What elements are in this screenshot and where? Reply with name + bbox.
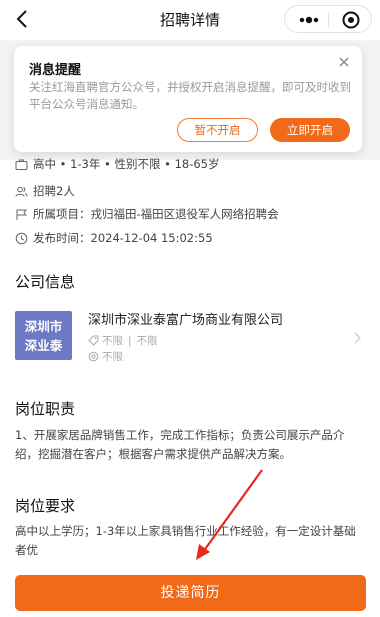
not-now-button[interactable]: 暂不开启 — [177, 118, 258, 142]
publish-time-text: 发布时间：2024-12-04 15:02:55 — [33, 231, 213, 245]
company-meta-row: 不限 | 不限 — [88, 333, 158, 348]
briefcase-icon — [15, 159, 28, 170]
people-icon — [15, 186, 28, 197]
flag-icon — [16, 209, 28, 220]
company-industry: 不限 — [102, 335, 123, 347]
chevron-right-icon[interactable] — [353, 331, 362, 345]
company-logo-line1: 深圳市 — [24, 319, 63, 334]
project-row: 所属项目：戎归福田-福田区退役军人网络招聘会 — [15, 205, 279, 223]
top-nav-bar: 招聘详情 — [0, 0, 380, 40]
requirements-text: 高中以上学历；1-3年以上家具销售行业工作经验，有一定设计基础者优 — [15, 524, 356, 557]
duties-text: 1、开展家居品牌销售工作，完成工作指标；负责公司展示产品介绍，挖掘潜在客户；根据… — [15, 428, 345, 461]
company-scale-row: 不限 — [88, 349, 123, 364]
company-logo[interactable]: 深圳市 深业泰 — [15, 311, 72, 360]
job-requirements-row: 高中 • 1-3年 • 性别不限 • 18-65岁 — [15, 155, 219, 173]
company-logo-line2: 深业泰 — [24, 338, 63, 353]
project-text: 所属项目：戎归福田-福田区退役军人网络招聘会 — [33, 207, 279, 221]
submit-resume-button[interactable]: 投递简历 — [15, 575, 366, 611]
company-scale: 不限 — [102, 351, 123, 363]
capsule-divider — [328, 12, 329, 28]
clock-icon — [15, 232, 28, 244]
mini-program-capsule — [284, 5, 372, 33]
company-size: 不限 — [136, 335, 158, 347]
headcount-text: 招聘2人 — [33, 184, 75, 198]
duties-section-title: 岗位职责 — [15, 400, 76, 418]
notice-body: 关注红海直聘官方公众号，并授权开启消息提醒，即可及时收到平台公众号消息通知。 — [29, 80, 351, 111]
meta-separator: | — [128, 334, 132, 347]
close-mini-program-icon[interactable] — [335, 6, 367, 34]
notice-title: 消息提醒 — [29, 63, 82, 78]
enable-now-button[interactable]: 立即开启 — [270, 118, 350, 142]
close-icon[interactable] — [336, 54, 352, 70]
company-section-title: 公司信息 — [15, 273, 76, 291]
publish-time-row: 发布时间：2024-12-04 15:02:55 — [15, 229, 213, 247]
tag-icon — [88, 335, 99, 346]
headcount-row: 招聘2人 — [15, 182, 75, 200]
more-options-icon[interactable] — [294, 6, 324, 34]
scale-icon — [88, 351, 99, 362]
job-requirements-text: 高中 • 1-3年 • 性别不限 • 18-65岁 — [33, 157, 220, 171]
company-name[interactable]: 深圳市深业泰富广场商业有限公司 — [88, 309, 283, 328]
requirements-section-title: 岗位要求 — [15, 497, 76, 515]
subscription-notice-card: 消息提醒 关注红海直聘官方公众号，并授权开启消息提醒，即可及时收到平台公众号消息… — [14, 46, 362, 152]
